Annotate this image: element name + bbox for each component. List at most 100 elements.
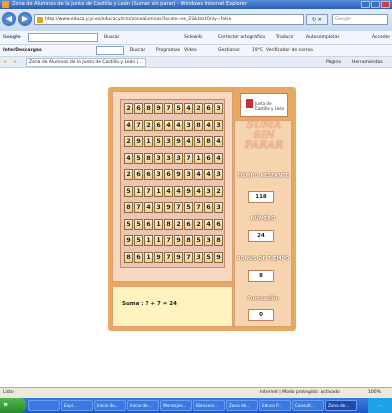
grid-cell[interactable]: 9 (124, 235, 133, 246)
grid-cell[interactable]: 3 (164, 152, 173, 164)
inter-item-video[interactable]: Vídeo (184, 46, 197, 55)
grid-cell[interactable]: 3 (204, 185, 213, 197)
grid-cell[interactable]: 6 (134, 251, 143, 263)
grid-cell[interactable]: 8 (164, 218, 173, 230)
grid-cell[interactable]: 5 (194, 235, 203, 246)
google-search-input[interactable] (28, 33, 98, 42)
grid-cell[interactable]: 5 (134, 218, 143, 230)
close-button[interactable] (381, 1, 390, 8)
taskbar-item[interactable]: Consult... (292, 400, 324, 411)
grid-cell[interactable]: 4 (174, 185, 183, 197)
grid-cell[interactable]: 8 (194, 119, 203, 131)
grid-cell[interactable]: 4 (194, 185, 203, 197)
grid-cell[interactable]: 4 (204, 119, 213, 131)
grid-cell[interactable]: 3 (214, 119, 223, 131)
address-bar[interactable]: http://www.educa.jcyl.es/educacyl/cm/zon… (34, 14, 304, 25)
grid-cell[interactable]: 7 (184, 152, 193, 164)
grid-cell[interactable]: 9 (174, 169, 183, 180)
page-menu[interactable]: Página (326, 58, 341, 67)
grid-cell[interactable]: 3 (204, 235, 213, 246)
grid-cell[interactable]: 7 (194, 202, 203, 213)
back-button[interactable]: ◀ (2, 12, 16, 26)
grid-cell[interactable]: 3 (184, 119, 193, 131)
grid-cell[interactable]: 8 (144, 152, 153, 164)
grid-cell[interactable]: 8 (124, 251, 133, 263)
grid-cell[interactable]: 5 (184, 202, 193, 213)
grid-cell[interactable]: 3 (164, 136, 173, 147)
grid-cell[interactable]: 4 (144, 202, 153, 213)
grid-cell[interactable]: 3 (194, 251, 203, 263)
grid-cell[interactable]: 9 (174, 136, 183, 147)
grid-cell[interactable]: 4 (204, 218, 213, 230)
grid-cell[interactable]: 8 (124, 202, 133, 213)
grid-cell[interactable]: 9 (184, 185, 193, 197)
grid-cell[interactable]: 7 (144, 185, 153, 197)
grid-cell[interactable]: 2 (214, 185, 223, 197)
grid-cell[interactable]: 9 (174, 251, 183, 263)
grid-cell[interactable]: 5 (174, 103, 183, 114)
grid-cell[interactable]: 3 (154, 202, 163, 213)
grid-cell[interactable]: 9 (154, 103, 163, 114)
grid-cell[interactable]: 4 (214, 152, 223, 164)
grid-cell[interactable]: 8 (144, 103, 153, 114)
grid-cell[interactable]: 1 (194, 152, 203, 164)
minimize-button[interactable] (361, 1, 370, 8)
grid-cell[interactable]: 9 (214, 251, 223, 263)
grid-cell[interactable]: 8 (214, 235, 223, 246)
grid-cell[interactable]: 9 (134, 136, 143, 147)
grid-cell[interactable]: 3 (184, 169, 193, 180)
grid-cell[interactable]: 1 (154, 235, 163, 246)
grid-cell[interactable]: 3 (154, 169, 163, 180)
grid-cell[interactable]: 6 (204, 202, 213, 213)
grid-cell[interactable]: 4 (214, 136, 223, 147)
grid-cell[interactable]: 5 (204, 251, 213, 263)
maximize-button[interactable] (371, 1, 380, 8)
grid-cell[interactable]: 1 (134, 185, 143, 197)
grid-cell[interactable]: 7 (134, 119, 143, 131)
grid-cell[interactable]: 4 (124, 119, 133, 131)
grid-cell[interactable]: 2 (194, 103, 203, 114)
grid-cell[interactable]: 9 (164, 202, 173, 213)
grid-cell[interactable]: 6 (134, 103, 143, 114)
taskbar-item[interactable]: Zona de... (226, 400, 258, 411)
taskbar-item[interactable]: Inicio de... (94, 400, 126, 411)
grid-cell[interactable]: 1 (144, 235, 153, 246)
google-item-sidewiki[interactable]: Sidewiki (184, 33, 203, 42)
taskbar-item[interactable] (28, 400, 60, 411)
grid-cell[interactable]: 4 (184, 136, 193, 147)
grid-cell[interactable]: 3 (214, 202, 223, 213)
google-item-traducir[interactable]: Traducir (276, 33, 294, 42)
tools-menu[interactable]: Herramientas (352, 58, 383, 67)
taskbar-item[interactable]: Bienveni... (193, 400, 225, 411)
grid-cell[interactable]: 5 (124, 218, 133, 230)
grid-cell[interactable]: 7 (134, 202, 143, 213)
forward-button[interactable]: ▶ (18, 12, 32, 26)
taskbar-item[interactable]: Zona de... (325, 400, 357, 411)
google-item-buscar[interactable]: Buscar (104, 33, 119, 42)
grid-cell[interactable]: 5 (134, 152, 143, 164)
google-signin-link[interactable]: Acceder (372, 33, 390, 42)
grid-cell[interactable]: 3 (214, 169, 223, 180)
grid-cell[interactable]: 9 (154, 251, 163, 263)
grid-cell[interactable]: 7 (164, 251, 173, 263)
taskbar-item[interactable]: Mensajes... (160, 400, 192, 411)
grid-cell[interactable]: 6 (134, 169, 143, 180)
interdescargas-search-input[interactable] (96, 46, 124, 55)
grid-cell[interactable]: 6 (204, 152, 213, 164)
google-item-corrector[interactable]: Corrector ortográfico (218, 33, 265, 42)
grid-cell[interactable]: 7 (174, 202, 183, 213)
grid-cell[interactable]: 2 (194, 218, 203, 230)
grid-cell[interactable]: 4 (194, 169, 203, 180)
grid-cell[interactable]: 1 (144, 136, 153, 147)
grid-cell[interactable]: 5 (154, 136, 163, 147)
grid-cell[interactable]: 6 (214, 218, 223, 230)
grid-cell[interactable]: 2 (124, 103, 133, 114)
grid-cell[interactable]: 2 (124, 169, 133, 180)
grid-cell[interactable]: 9 (174, 235, 183, 246)
grid-cell[interactable]: 8 (184, 235, 193, 246)
grid-cell[interactable]: 2 (174, 218, 183, 230)
grid-cell[interactable]: 4 (204, 169, 213, 180)
grid-cell[interactable]: 7 (164, 103, 173, 114)
grid-cell[interactable]: 6 (184, 218, 193, 230)
grid-cell[interactable]: 3 (154, 152, 163, 164)
